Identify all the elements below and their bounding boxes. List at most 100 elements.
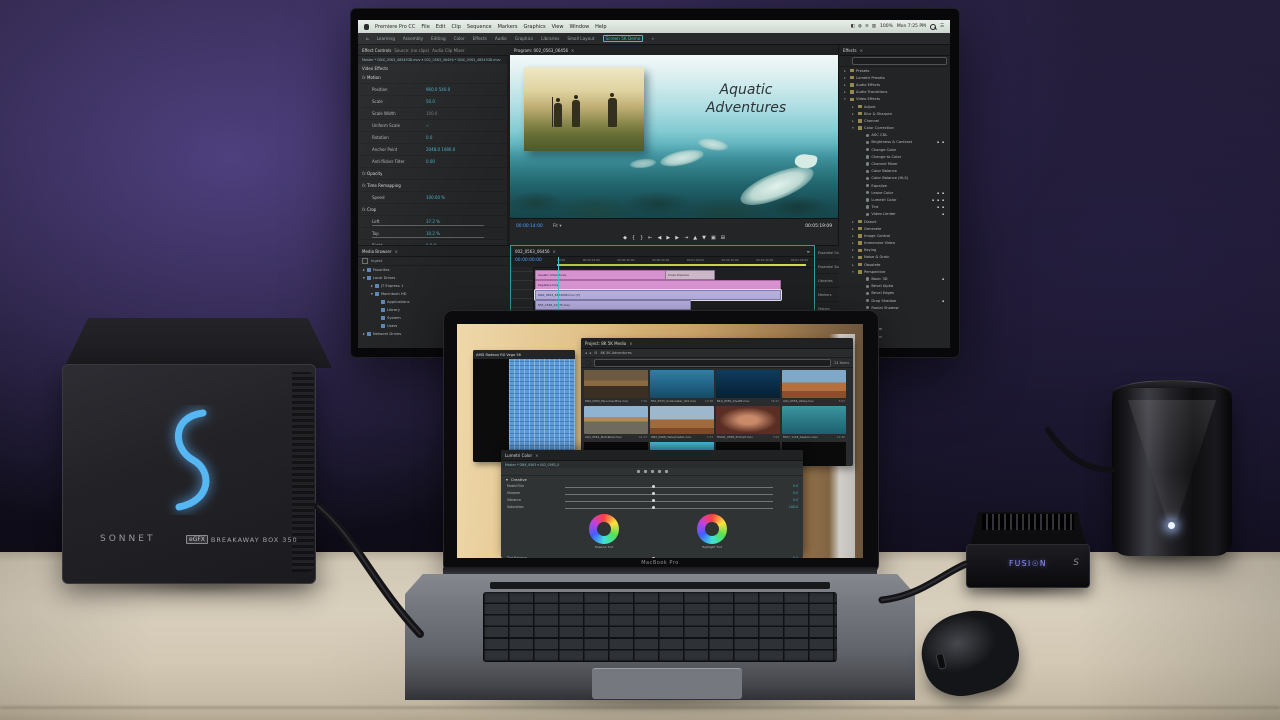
display-icon[interactable]: ◧ xyxy=(851,24,855,29)
project-tab[interactable]: Project: 8K 5K Media xyxy=(585,341,626,346)
media-tree-item[interactable]: ▾ Macintosh HD xyxy=(358,290,510,298)
slider-track[interactable] xyxy=(565,501,773,502)
timeline-clip-v3[interactable]: Kayakers.mov xyxy=(535,280,781,290)
slider-track[interactable] xyxy=(565,494,773,495)
project-clip[interactable]: DNX_0968_ValleyCastle.mov 7:13 xyxy=(650,406,714,440)
media-tree-item[interactable]: Applications xyxy=(358,298,510,306)
program-video-underwater-seals[interactable]: Aquatic Adventures xyxy=(510,55,838,219)
step-back-icon[interactable]: ◀ xyxy=(658,235,662,241)
effect-row[interactable]: Speed 100.00 % xyxy=(358,192,510,204)
docked-panel-tab[interactable]: Essential Graphics xyxy=(816,246,839,260)
docked-panel-tab[interactable]: Essential Sound xyxy=(816,260,839,274)
effects-tree-item[interactable]: ▸ Channel xyxy=(839,117,950,124)
cross-dissolve-transition[interactable]: Cross Dissolve xyxy=(665,270,715,280)
effects-tree-item[interactable]: ▸ Generate xyxy=(839,225,950,232)
volume-icon[interactable]: ◍ xyxy=(858,24,862,29)
effects-tree-item[interactable]: Color Balance xyxy=(839,168,950,175)
lift-icon[interactable]: ▲ xyxy=(693,235,697,241)
effects-tree-item[interactable]: ▸ Adjust xyxy=(839,103,950,110)
effect-row[interactable]: Scale Width 100.0 xyxy=(358,108,510,120)
lumetri-slider[interactable]: Sharpen 0.0 xyxy=(501,490,803,497)
menu-item[interactable]: Markers xyxy=(498,24,518,30)
project-clip[interactable]: AQ1_0556_Valley.mov 5:07 xyxy=(782,370,846,404)
timeline-clip-v2-selected[interactable]: DNX_0563_4854938.mov [V] xyxy=(535,290,781,300)
effects-tree-item[interactable]: Change to Color xyxy=(839,153,950,160)
tool-icon[interactable] xyxy=(658,470,661,473)
effects-tree-item[interactable]: Bevel Alpha xyxy=(839,283,950,290)
battery-icon[interactable]: ▥ xyxy=(872,24,876,29)
menu-item[interactable]: File xyxy=(421,24,429,30)
workspace-tab[interactable]: Screen 5K Demo xyxy=(603,35,644,42)
project-search-input[interactable] xyxy=(594,359,831,367)
project-clip[interactable]: DNX_0563_MonumentEve.mov 7:16 xyxy=(584,370,648,404)
back-icon[interactable]: ◂ xyxy=(585,351,587,355)
effect-row[interactable]: Anchor Point 2048.0 1080.0 xyxy=(358,144,510,156)
menu-item[interactable]: Graphics xyxy=(523,24,545,30)
effects-tree-item[interactable]: ▸ Presets xyxy=(839,67,950,74)
menu-item[interactable]: View xyxy=(552,24,564,30)
go-to-out-icon[interactable]: ⇥ xyxy=(684,235,688,241)
effects-tree-item[interactable]: ASC CDL xyxy=(839,132,950,139)
slider-thumb[interactable] xyxy=(652,506,655,509)
workspace-overflow-icon[interactable]: » xyxy=(651,36,654,41)
effects-tree-item[interactable]: ▸ Audio Transitions xyxy=(839,89,950,96)
program-tab[interactable]: Program: 002_0563_06456 xyxy=(514,48,568,53)
lumetri-toolbar[interactable] xyxy=(501,468,803,476)
effect-row[interactable]: Scale 50.0 xyxy=(358,96,510,108)
extract-icon[interactable]: ▼ xyxy=(702,235,706,241)
close-icon[interactable]: × xyxy=(629,341,632,346)
effect-row[interactable]: Top 10.2 % xyxy=(358,228,510,240)
menu-item[interactable]: Premiere Pro CC xyxy=(375,24,415,30)
wifi-icon[interactable]: ≋ xyxy=(865,24,869,29)
project-clip[interactable]: MVI7_1118_SeaLion.mov 12:36 xyxy=(782,406,846,440)
mark-out-icon[interactable]: } xyxy=(640,235,643,241)
effect-row[interactable]: Crop xyxy=(358,204,510,216)
effects-tree-item[interactable]: Video Limiter ▪ xyxy=(839,211,950,218)
slider-thumb[interactable] xyxy=(652,492,655,495)
effects-tree-item[interactable]: Leave Color ▪ ▪ xyxy=(839,189,950,196)
effect-row[interactable]: Left 37.2 % xyxy=(358,216,510,228)
close-icon[interactable]: × xyxy=(571,48,574,53)
effects-tree-item[interactable]: ▸ Immersive Video xyxy=(839,240,950,247)
media-tree-item[interactable]: ▸ JT Express 1 xyxy=(358,282,510,290)
effects-tree-item[interactable]: ▸ Obsolete xyxy=(839,261,950,268)
workspace-tab[interactable]: Effects xyxy=(473,36,487,41)
slider-thumb[interactable] xyxy=(652,485,655,488)
effect-row[interactable]: Opacity xyxy=(358,168,510,180)
forward-icon[interactable]: ▸ xyxy=(590,351,592,355)
close-icon[interactable]: × xyxy=(395,249,398,254)
lumetri-slider[interactable]: Faded Film 0.0 xyxy=(501,483,803,490)
project-clip[interactable]: MLS_0581_DivePit.mov 16:27 xyxy=(716,370,780,404)
panel-tab[interactable]: Source: (no clips) xyxy=(394,48,429,53)
effects-tree-item[interactable]: ▸ Distort xyxy=(839,218,950,225)
docked-panel-tab[interactable]: Markers xyxy=(816,288,839,302)
export-frame-icon[interactable]: ▣ xyxy=(711,235,716,241)
project-clip[interactable]: AQ1_0561_MotoRoad.mov 11:17 xyxy=(584,406,648,440)
time-ruler[interactable]: 00:0000:00:15:0000:00:30:0000:00:45:0000… xyxy=(557,258,808,262)
notification-center-icon[interactable]: ☰ xyxy=(940,24,944,29)
lumetri-slider[interactable]: Vibrance 0.0 xyxy=(501,497,803,504)
menu-item[interactable]: Help xyxy=(595,24,606,30)
effect-row[interactable]: Rotation 0.0 xyxy=(358,132,510,144)
effect-row[interactable]: Uniform Scale ✓ xyxy=(358,120,510,132)
menu-item[interactable]: Window xyxy=(569,24,589,30)
comparison-view-icon[interactable]: ⊞ xyxy=(721,235,725,241)
media-tree-item[interactable]: ▸ Favorites xyxy=(358,266,510,274)
play-icon[interactable]: ▶ xyxy=(666,235,670,241)
effects-tree-item[interactable]: Change Color xyxy=(839,146,950,153)
creative-section-header[interactable]: Creative xyxy=(511,477,527,482)
highlight-tint-wheel[interactable] xyxy=(697,514,727,544)
effects-tree-item[interactable]: Equalize xyxy=(839,182,950,189)
workspace-tab[interactable]: Learning xyxy=(377,36,395,41)
work-area-bar[interactable] xyxy=(557,264,806,266)
effects-tree-item[interactable]: ▾ Color Correction xyxy=(839,125,950,132)
workspace-tab[interactable]: Editing xyxy=(431,36,446,41)
effects-tree-item[interactable]: Brightness & Contrast ▪ ▪ xyxy=(839,139,950,146)
project-clip[interactable]: MVI_0533_Underwater_401.mov 12:48 xyxy=(650,370,714,404)
effects-tree-item[interactable]: Lumetri Color ▪ ▪ ▪ xyxy=(839,196,950,203)
effects-tree-item[interactable]: ▸ Lumetri Presets xyxy=(839,74,950,81)
shadow-tint-wheel[interactable] xyxy=(589,514,619,544)
workspace-tab[interactable]: Color xyxy=(454,36,465,41)
timeline-clip-title[interactable]: Aquatic Adventures xyxy=(535,270,671,280)
slider-track[interactable] xyxy=(565,508,773,509)
